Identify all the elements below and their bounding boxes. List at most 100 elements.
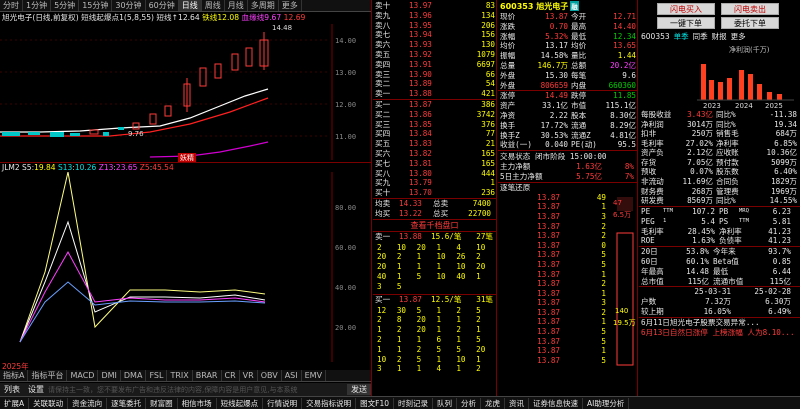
order-book: 卖十 13.97 83 卖九 13.96 134 卖八 13.95 206 卖七 13.94 156 卖… <box>373 0 497 396</box>
tab-same-quarter[interactable]: 同季 <box>693 31 708 42</box>
indicator-tab[interactable]: BRAR <box>193 370 222 381</box>
bid-row[interactable]: 买六 13.82 165 <box>373 149 496 159</box>
quote-key: 总额 <box>571 60 587 70</box>
status-item[interactable]: 资讯 <box>505 397 529 409</box>
bid-row[interactable]: 买一 13.87 386 <box>373 100 496 110</box>
indicator-name[interactable]: 短线起爆点1(5,8,55) <box>81 12 154 23</box>
bid-row[interactable]: 买十 13.70 236 <box>373 188 496 198</box>
status-item[interactable]: 短线起爆点 <box>217 397 264 409</box>
metric-value: 5.4 <box>701 216 715 226</box>
indicator-tab[interactable]: OBV <box>258 370 282 381</box>
fin-key: 应收账 <box>716 148 739 158</box>
period-tab[interactable]: 日线 <box>178 0 202 11</box>
ask-row[interactable]: 卖五 13.92 1079 <box>373 50 496 60</box>
status-item[interactable]: 相信市场 <box>178 397 217 409</box>
queue-order: 1 <box>456 364 461 374</box>
tab-report[interactable]: 财报 <box>712 31 727 42</box>
chat-input[interactable]: 请保持主一致，您不要发布广告和违反法律的内容,保障内容是用户意见,与本系统 <box>48 385 347 395</box>
tick-row: 13.87 1 <box>498 289 613 299</box>
period-tab[interactable]: 分时 <box>0 0 23 11</box>
bid-row[interactable]: 买八 13.80 444 <box>373 169 496 179</box>
candles <box>2 32 269 137</box>
quote-key: 均价 <box>571 41 587 51</box>
indicator-tab[interactable]: DMI <box>98 370 121 381</box>
list-button[interactable]: 列表 <box>0 384 24 395</box>
settings-button[interactable]: 设置 <box>24 384 48 395</box>
status-item[interactable]: 分析 <box>457 397 481 409</box>
status-item[interactable]: 队列 <box>433 397 457 409</box>
queue-row: 10 2 5 1 10 1 <box>373 355 496 365</box>
indicator-tab[interactable]: VR <box>240 370 258 381</box>
jlm-chart[interactable]: 80.00 60.00 40.00 20.00 <box>0 172 371 362</box>
status-item[interactable]: 行情说明 <box>263 397 303 409</box>
ask-row[interactable]: 卖二 13.89 54 <box>373 79 496 89</box>
indicator-tab[interactable]: 指标平台 <box>28 370 68 381</box>
period-tab[interactable]: 月线 <box>225 0 248 11</box>
bid-row[interactable]: 买四 13.84 77 <box>373 129 496 139</box>
bid-row[interactable]: 买七 13.81 165 <box>373 159 496 169</box>
tick-volume: 5 <box>601 259 606 269</box>
bid-row[interactable]: 买九 13.79 1 <box>373 178 496 188</box>
ask-row[interactable]: 卖七 13.94 156 <box>373 30 496 40</box>
period-tab[interactable]: 5分钟 <box>51 0 80 11</box>
fin-key: 扣非 <box>641 129 657 139</box>
ask-row[interactable]: 卖八 13.95 206 <box>373 21 496 31</box>
status-item[interactable]: 逐笔委托 <box>107 397 147 409</box>
status-item[interactable]: 扩展A <box>0 397 30 409</box>
ask-row[interactable]: 卖六 13.93 130 <box>373 40 496 50</box>
depth-button[interactable]: 查看千档盘口 <box>373 220 496 232</box>
status-item[interactable]: 图文F10 <box>356 397 394 409</box>
flash-buy-button[interactable]: 闪电买入 <box>657 3 715 15</box>
status-item[interactable]: AI助理分析 <box>583 397 630 409</box>
period-tab[interactable]: 1分钟 <box>23 0 52 11</box>
ask-row[interactable]: 卖九 13.96 134 <box>373 11 496 21</box>
bid-row[interactable]: 买三 13.85 376 <box>373 120 496 130</box>
indicator-tab[interactable]: CR <box>222 370 240 381</box>
bid-row[interactable]: 买五 13.83 21 <box>373 139 496 149</box>
fin-value: 0.07% <box>690 167 713 177</box>
tab-more[interactable]: 更多 <box>731 31 746 42</box>
news-item[interactable]: 6月13日自然日涨停 上榜涨幅 人为8.10... <box>639 328 800 338</box>
ask-row[interactable]: 卖三 13.90 66 <box>373 70 496 80</box>
period-tab[interactable]: 30分钟 <box>112 0 146 11</box>
status-item[interactable]: 时刻记录 <box>394 397 433 409</box>
period-tab[interactable]: 多周期 <box>248 0 279 11</box>
period-tab[interactable]: 15分钟 <box>79 0 113 11</box>
period-tab[interactable]: 更多 <box>279 0 302 11</box>
status-item[interactable]: 财富圈 <box>146 397 178 409</box>
period-tab[interactable]: 周线 <box>202 0 225 11</box>
ask-row[interactable]: 卖一 13.88 421 <box>373 89 496 99</box>
status-item[interactable]: 交易指标说明 <box>302 397 357 409</box>
status-item[interactable]: 关联联动 <box>29 397 69 409</box>
quote-key: 涨幅 <box>500 31 516 41</box>
news-item[interactable]: 6月11日旭光电子股票交易异常... <box>639 318 800 328</box>
quote-value: 15.30 <box>545 70 568 80</box>
send-button[interactable]: 发送 <box>347 384 371 395</box>
indicator-tab[interactable]: 指标A <box>0 370 29 381</box>
indicator-tab[interactable]: MACD <box>67 370 99 381</box>
status-item[interactable]: 龙虎 <box>481 397 505 409</box>
level-volume: 386 <box>481 99 495 109</box>
ask-row[interactable]: 卖四 13.91 6697 <box>373 60 496 70</box>
quote-key: 资产 <box>500 101 516 111</box>
indicator-tab[interactable]: DMA <box>121 370 147 381</box>
ask-row[interactable]: 卖十 13.97 83 <box>373 1 496 11</box>
indicator-tab[interactable]: TRIX <box>167 370 193 381</box>
candle-chart[interactable]: 14.48 9.76 14.00 13.00 12.00 11.00 <box>0 24 371 160</box>
period-tab[interactable]: 60分钟 <box>146 0 179 11</box>
avg-label: 均买 <box>375 208 391 218</box>
flash-sell-button[interactable]: 闪电卖出 <box>721 3 779 15</box>
quick-order-button[interactable]: 一键下单 <box>657 17 715 29</box>
status-item[interactable]: 资金流向 <box>68 397 108 409</box>
bid-row[interactable]: 买二 13.86 3742 <box>373 110 496 120</box>
level-volume: 21 <box>485 139 495 149</box>
tab-quarter[interactable]: 单季 <box>674 31 689 42</box>
stat-value: 115亿 <box>687 276 709 286</box>
order-button[interactable]: 委托下单 <box>721 17 779 29</box>
indicator-tab[interactable]: ASI <box>282 370 302 381</box>
indicator-tab[interactable]: EMV <box>302 370 327 381</box>
indicator-tab[interactable]: FSL <box>146 370 168 381</box>
status-item[interactable]: 证券信息快速 <box>529 397 583 409</box>
metric-row: PEG 1 5.4 PS TTM 5.81 <box>639 217 800 227</box>
tick-price: 13.87 <box>537 211 560 221</box>
